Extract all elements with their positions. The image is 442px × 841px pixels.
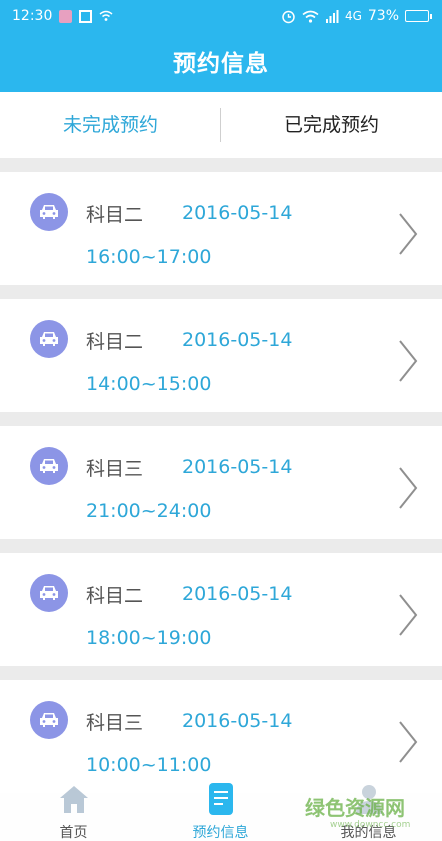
nav-home-label: 首页 xyxy=(59,825,88,841)
wifi-small-icon xyxy=(99,10,113,21)
battery-icon xyxy=(405,10,432,22)
home-icon xyxy=(60,786,88,813)
appointment-card[interactable]: 科目三 2016-05-14 10:00~11:00 xyxy=(0,680,442,793)
appointment-time: 16:00~17:00 xyxy=(86,246,212,268)
signal-icon xyxy=(325,9,339,23)
battery-percent: 73% xyxy=(367,8,399,24)
document-icon xyxy=(209,783,233,815)
appointment-time: 18:00~19:00 xyxy=(86,627,212,649)
appointment-time: 14:00~15:00 xyxy=(86,373,212,395)
car-icon xyxy=(30,447,68,485)
tab-bar: 未完成预约 已完成预约 xyxy=(0,92,442,158)
appointment-subject: 科目三 xyxy=(86,458,144,480)
car-icon xyxy=(30,701,68,739)
watermark-url: www.downcc.com xyxy=(330,820,411,830)
status-time: 12:30 xyxy=(12,8,53,24)
car-icon xyxy=(30,193,68,231)
appointment-card[interactable]: 科目二 2016-05-14 18:00~19:00 xyxy=(0,553,442,666)
appointment-date: 2016-05-14 xyxy=(182,710,293,732)
tab-completed[interactable]: 已完成预约 xyxy=(221,92,442,158)
watermark: 绿色资源网 xyxy=(305,796,405,820)
car-icon xyxy=(30,320,68,358)
appointment-time: 21:00~24:00 xyxy=(86,500,212,522)
appointment-subject: 科目二 xyxy=(86,331,144,353)
chevron-right-icon xyxy=(399,594,418,636)
appointment-date: 2016-05-14 xyxy=(182,583,293,605)
appointment-subject: 科目二 xyxy=(86,585,144,607)
nav-appointments-label: 预约信息 xyxy=(192,825,249,841)
appointment-card[interactable]: 科目二 2016-05-14 14:00~15:00 xyxy=(0,299,442,412)
car-icon xyxy=(30,574,68,612)
chevron-right-icon xyxy=(399,213,418,255)
wifi-icon xyxy=(302,10,319,23)
screenshot-icon xyxy=(79,9,93,23)
nav-home[interactable]: 首页 xyxy=(0,780,147,841)
status-right: 4G 73% xyxy=(281,8,432,24)
tab-incomplete[interactable]: 未完成预约 xyxy=(0,92,221,158)
status-left: 12:30 xyxy=(12,8,113,24)
network-type: 4G xyxy=(344,9,362,23)
appointment-card[interactable]: 科目三 2016-05-14 21:00~24:00 xyxy=(0,426,442,539)
notification-app-icon xyxy=(59,9,73,23)
appointment-date: 2016-05-14 xyxy=(182,329,293,351)
appointment-subject: 科目二 xyxy=(86,204,144,226)
top-bar: 12:30 4G 73% 预约信息 xyxy=(0,0,442,92)
status-bar: 12:30 4G 73% xyxy=(0,0,442,34)
chevron-right-icon xyxy=(399,721,418,763)
chevron-right-icon xyxy=(399,340,418,382)
page-title: 预约信息 xyxy=(173,51,269,77)
appointment-card[interactable]: 科目二 2016-05-14 16:00~17:00 xyxy=(0,172,442,285)
chevron-right-icon xyxy=(399,467,418,509)
appointment-subject: 科目三 xyxy=(86,712,144,734)
alarm-icon xyxy=(282,10,295,23)
nav-appointments[interactable]: 预约信息 xyxy=(147,780,294,841)
appointment-date: 2016-05-14 xyxy=(182,202,293,224)
app-root: 12:30 4G 73% 预约信息 未完成预约 已完成预约 科目二 2016-0… xyxy=(0,0,442,841)
appointment-time: 10:00~11:00 xyxy=(86,754,212,776)
appointment-date: 2016-05-14 xyxy=(182,456,293,478)
